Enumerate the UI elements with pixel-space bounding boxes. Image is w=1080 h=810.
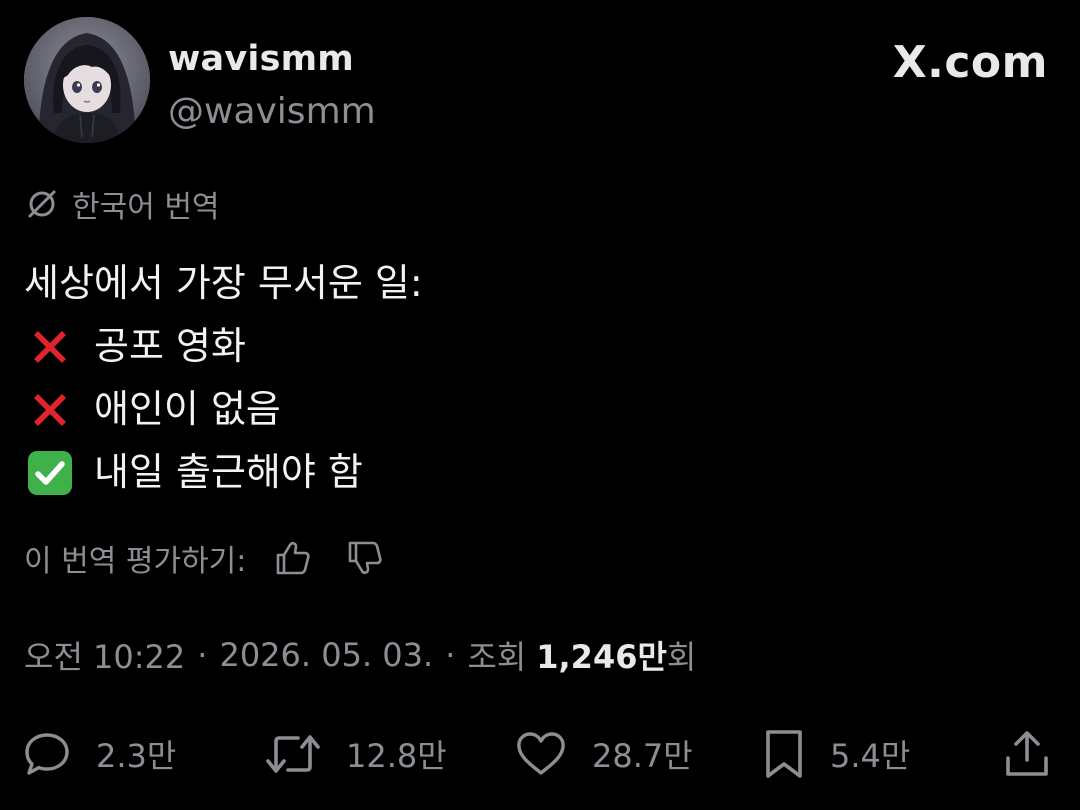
cross-mark-icon bbox=[24, 384, 76, 436]
action-bar: 2.3만 12.8만 28.7만 5.4만 bbox=[22, 724, 1056, 784]
like-button[interactable]: 28.7만 bbox=[514, 724, 693, 784]
tweet-text: 세상에서 가장 무서운 일: 공포 영화 애인이 없음 내일 출근해야 함 bbox=[24, 252, 423, 504]
views-suffix: 회 bbox=[666, 638, 697, 676]
tweet-time[interactable]: 오전 10:22 bbox=[24, 632, 185, 678]
avatar[interactable] bbox=[24, 17, 150, 143]
retweet-count: 12.8만 bbox=[346, 737, 447, 775]
reply-icon bbox=[25, 733, 69, 775]
thumbs-down-button[interactable] bbox=[340, 534, 390, 582]
reply-count: 2.3만 bbox=[96, 737, 177, 775]
tweet-line-heading: 세상에서 가장 무서운 일: bbox=[24, 252, 423, 315]
views-prefix: 조회 bbox=[467, 638, 527, 676]
heart-icon bbox=[517, 732, 565, 775]
tweet-line-text: 애인이 없음 bbox=[94, 387, 281, 431]
tweet-date[interactable]: 2026. 05. 03. bbox=[219, 636, 433, 674]
tweet-line-item: 애인이 없음 bbox=[24, 378, 423, 441]
translate-icon bbox=[28, 190, 56, 218]
author-display-name[interactable]: wavismm bbox=[168, 39, 354, 79]
translation-indicator[interactable]: 한국어 번역 bbox=[24, 184, 220, 225]
tweet-meta: 오전 10:22 · 2026. 05. 03. · 조회 1,246만 회 bbox=[24, 632, 696, 678]
tweet-line-item: 공포 영화 bbox=[24, 315, 423, 378]
tweet-line-text: 내일 출근해야 함 bbox=[94, 450, 363, 494]
tweet-header: wavismm @wavismm X.com bbox=[24, 17, 1056, 145]
thumbs-up-button[interactable] bbox=[268, 534, 318, 582]
thumbs-down-icon bbox=[349, 541, 383, 575]
meta-separator: · bbox=[445, 636, 456, 674]
retweet-button[interactable]: 12.8만 bbox=[264, 724, 447, 784]
share-button[interactable] bbox=[1002, 724, 1076, 784]
tweet-line-text: 공포 영화 bbox=[94, 324, 246, 368]
bookmark-icon bbox=[766, 730, 802, 778]
thumbs-up-icon bbox=[277, 541, 311, 575]
retweet-icon bbox=[266, 735, 320, 773]
tweet-line-item: 내일 출근해야 함 bbox=[24, 441, 423, 504]
check-mark-icon bbox=[24, 447, 76, 499]
rate-translation-label: 이 번역 평가하기: bbox=[24, 544, 247, 579]
translation-label: 한국어 번역 bbox=[72, 190, 220, 225]
meta-separator: · bbox=[197, 636, 208, 674]
tweet-line-text: 세상에서 가장 무서운 일: bbox=[24, 261, 423, 305]
rate-translation: 이 번역 평가하기: bbox=[24, 534, 390, 582]
reply-button[interactable]: 2.3만 bbox=[22, 724, 176, 784]
author-handle[interactable]: @wavismm bbox=[168, 91, 376, 132]
cross-mark-icon bbox=[24, 321, 76, 373]
share-icon bbox=[1006, 731, 1048, 776]
x-com-logo: X.com bbox=[892, 37, 1048, 88]
bookmark-button[interactable]: 5.4만 bbox=[762, 724, 910, 784]
views-count: 1,246만 bbox=[536, 638, 667, 676]
bookmark-count: 5.4만 bbox=[830, 737, 911, 775]
like-count: 28.7만 bbox=[592, 737, 693, 775]
